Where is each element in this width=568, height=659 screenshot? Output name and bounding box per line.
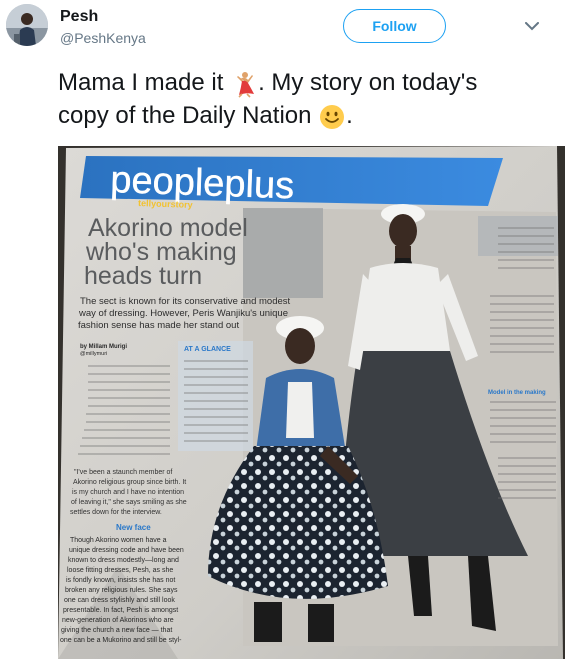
- user-handle[interactable]: @PeshKenya: [60, 30, 146, 46]
- byline: by Millam Murigi: [80, 344, 127, 350]
- dancer-emoji-icon: [237, 71, 255, 98]
- display-name[interactable]: Pesh: [60, 8, 98, 26]
- more-options-button[interactable]: [520, 16, 544, 36]
- quote-line-3: is my church and I have no intention: [72, 489, 184, 496]
- standfirst-line-1: The sect is known for its conservative a…: [80, 296, 291, 307]
- side-subhead: Model in the making: [488, 390, 546, 396]
- section-tag: tellyourstory: [138, 198, 193, 210]
- byline-handle: @millymuri: [80, 351, 107, 357]
- quote-line-2: Akorino religious group since birth. It: [73, 479, 186, 486]
- headline-line-3: heads turn: [84, 262, 202, 290]
- tweet-card: Pesh @PeshKenya Follow Mama I made it . …: [0, 0, 568, 659]
- tweet-text-line2-end: .: [346, 102, 353, 129]
- at-a-glance-label: AT A GLANCE: [184, 346, 231, 353]
- avatar[interactable]: [6, 4, 48, 46]
- quote-line-5: settles down for the interview.: [70, 509, 162, 516]
- tweet-text-line1b: . My story on today's: [258, 69, 478, 96]
- follow-button[interactable]: Follow: [343, 9, 446, 43]
- chevron-down-icon: [525, 21, 539, 30]
- body-line-2: unique dressing code and have been: [69, 547, 184, 554]
- tweet-text-line2: copy of the Daily Nation: [58, 102, 319, 129]
- smiling-face-emoji-icon: [320, 104, 345, 129]
- body-line-3: known to dress modestly—long and: [68, 557, 179, 564]
- standfirst-line-3: fashion sense has made her stand out: [78, 320, 239, 331]
- tweet-text-line1a: Mama I made it: [58, 69, 231, 96]
- tweet-photo[interactable]: peopleplus tellyourstory Akorino model w…: [58, 146, 565, 659]
- standfirst-line-2: way of dressing. However, Peris Wanjiku'…: [78, 308, 288, 319]
- tweet-text: Mama I made it . My story on today's cop…: [58, 66, 558, 132]
- quote-line-1: "I've been a staunch member of: [74, 469, 172, 476]
- quote-line-4: of leaving it," she says smiling as she: [71, 499, 187, 506]
- subhead-new-face: New face: [116, 523, 151, 532]
- body-line-1: Though Akorino women have a: [70, 537, 167, 544]
